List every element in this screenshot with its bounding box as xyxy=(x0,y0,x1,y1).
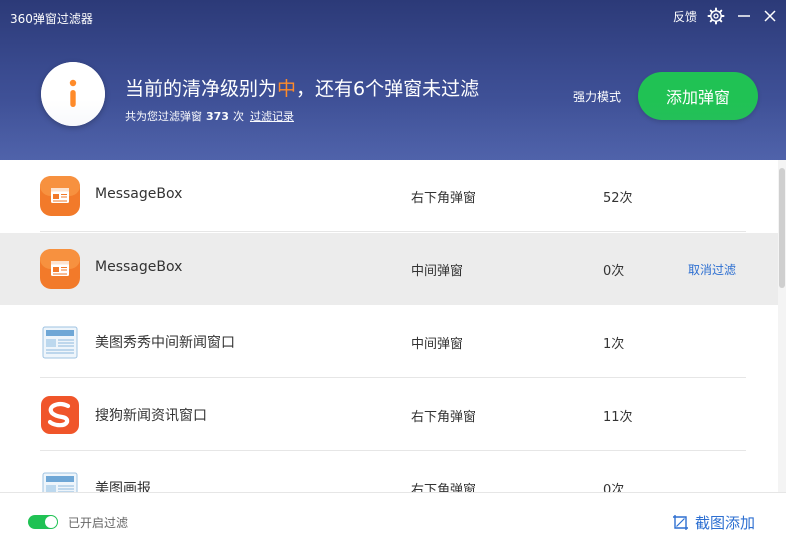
popup-name: MessageBox xyxy=(95,259,183,275)
popup-name: MessageBox xyxy=(95,186,183,202)
app-title: 360弹窗过滤器 xyxy=(10,12,93,26)
popup-type: 右下角弹窗 xyxy=(411,483,477,492)
headline-prefix: 当前的清净级别为 xyxy=(125,78,278,100)
popup-name: 搜狗新闻资讯窗口 xyxy=(95,408,207,424)
filter-times: 52次 xyxy=(603,191,633,206)
header-banner: 360弹窗过滤器 反馈 当前的清净级别为中，还有6个弹窗未过滤 共为您过滤弹窗 3… xyxy=(0,0,786,160)
filter-status-label: 已开启过滤 xyxy=(68,516,129,530)
list-item[interactable]: MessageBox 右下角弹窗 52次 xyxy=(0,160,778,232)
filter-record-link[interactable]: 过滤记录 xyxy=(250,110,294,123)
sogou-icon xyxy=(41,396,79,434)
filter-summary: 共为您过滤弹窗 373 次过滤记录 xyxy=(125,108,294,124)
list-item[interactable]: 美图画报 右下角弹窗 0次 xyxy=(0,452,778,492)
status-headline: 当前的清净级别为中，还有6个弹窗未过滤 xyxy=(125,74,479,101)
filter-times: 0次 xyxy=(603,483,625,492)
popup-name: 美图画报 xyxy=(95,481,151,492)
close-icon[interactable] xyxy=(760,6,780,26)
meitu-news-icon xyxy=(42,326,78,359)
gear-icon[interactable] xyxy=(706,6,726,26)
popup-type: 右下角弹窗 xyxy=(411,410,477,425)
popup-type: 右下角弹窗 xyxy=(411,191,477,206)
filter-toggle[interactable] xyxy=(28,515,58,529)
footer-bar: 已开启过滤 截图添加 xyxy=(0,492,786,550)
summary-unit: 次 xyxy=(232,110,244,123)
row-divider xyxy=(40,377,746,378)
meitu-news-icon xyxy=(42,472,78,492)
message-box-icon xyxy=(40,176,80,216)
filter-count: 373 xyxy=(206,110,229,123)
screenshot-add-label: 截图添加 xyxy=(695,513,756,532)
filter-times: 1次 xyxy=(603,337,625,352)
cancel-filter-button[interactable]: 取消过滤 xyxy=(688,261,736,278)
info-icon xyxy=(41,62,105,126)
screenshot-icon xyxy=(673,514,688,530)
minimize-icon[interactable] xyxy=(734,6,754,26)
popup-type: 中间弹窗 xyxy=(411,264,464,279)
row-divider xyxy=(40,231,746,232)
message-box-icon xyxy=(40,249,80,289)
headline-suffix: ，还有6个弹窗未过滤 xyxy=(296,78,480,100)
clean-level: 中 xyxy=(277,78,297,100)
filter-times: 0次 xyxy=(603,264,625,279)
feedback-link[interactable]: 反馈 xyxy=(673,8,697,25)
list-item[interactable]: 搜狗新闻资讯窗口 右下角弹窗 11次 xyxy=(0,379,778,451)
list-item[interactable]: MessageBox 中间弹窗 0次 取消过滤 xyxy=(0,233,778,305)
list-item[interactable]: 美图秀秀中间新闻窗口 中间弹窗 1次 xyxy=(0,306,778,378)
add-popup-button[interactable]: 添加弹窗 xyxy=(638,72,758,120)
screenshot-add-button[interactable]: 截图添加 xyxy=(672,511,755,533)
list-scrollbar[interactable] xyxy=(778,160,786,492)
popup-type: 中间弹窗 xyxy=(411,337,464,352)
popup-list: MessageBox 右下角弹窗 52次 MessageBox 中间弹窗 0次 … xyxy=(0,160,778,492)
scroll-thumb[interactable] xyxy=(779,168,785,288)
row-divider xyxy=(40,450,746,451)
summary-prefix: 共为您过滤弹窗 xyxy=(125,110,202,123)
popup-name: 美图秀秀中间新闻窗口 xyxy=(95,335,235,351)
filter-times: 11次 xyxy=(603,410,633,425)
toggle-knob xyxy=(45,516,57,528)
strong-mode-link[interactable]: 强力模式 xyxy=(573,88,621,105)
